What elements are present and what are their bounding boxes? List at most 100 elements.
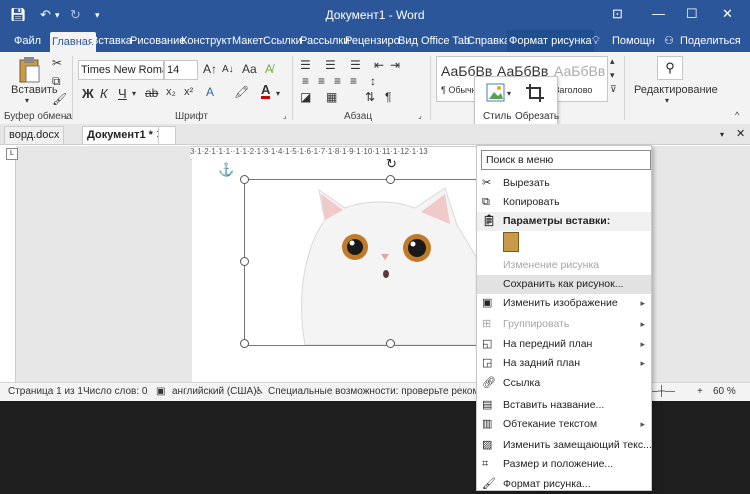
sort-icon[interactable]: ⇅ bbox=[365, 90, 375, 104]
underline-dropdown-icon[interactable]: ▾ bbox=[132, 89, 136, 98]
font-color-dropdown-icon[interactable]: ▾ bbox=[276, 89, 280, 98]
cut-icon[interactable]: ✂ bbox=[52, 56, 62, 70]
numbering-icon[interactable]: ☰ bbox=[325, 58, 336, 72]
font-size-box[interactable]: 14 bbox=[164, 60, 198, 80]
increase-indent-icon[interactable]: ⇥ bbox=[390, 58, 400, 72]
paste-icon[interactable] bbox=[18, 56, 42, 84]
tab-home[interactable]: Главная bbox=[50, 32, 96, 52]
tab-view[interactable]: Вид bbox=[398, 30, 418, 52]
editing-dropdown-icon[interactable]: ▾ bbox=[665, 96, 669, 105]
tell-me-label[interactable]: Помощн bbox=[612, 30, 655, 52]
doc-tab-document1[interactable]: Документ1 * ✕ bbox=[82, 126, 171, 145]
paragraph-launcher-icon[interactable]: ⌟ bbox=[418, 111, 422, 120]
bold-button[interactable]: Ж bbox=[82, 86, 94, 101]
align-center-icon[interactable]: ≡ bbox=[318, 74, 325, 88]
font-launcher-icon[interactable]: ⌟ bbox=[283, 111, 287, 120]
font-name-box[interactable]: Times New Roma bbox=[78, 60, 164, 80]
strikethrough-icon[interactable]: ab bbox=[145, 86, 158, 100]
bullets-icon[interactable]: ☰ bbox=[300, 58, 311, 72]
menu-item[interactable]: ⌗ Размер и положение... bbox=[477, 455, 651, 474]
tab-office-tab[interactable]: Office Tab bbox=[421, 30, 470, 52]
multilevel-list-icon[interactable]: ☰ bbox=[350, 58, 361, 72]
tab-draw[interactable]: Рисование bbox=[130, 30, 185, 52]
change-case-icon[interactable]: Aa bbox=[242, 62, 257, 76]
resize-handle[interactable] bbox=[386, 175, 395, 184]
share-button[interactable]: Поделиться bbox=[680, 30, 741, 52]
decrease-indent-icon[interactable]: ⇤ bbox=[374, 58, 384, 72]
text-effects-icon[interactable]: A bbox=[206, 85, 214, 99]
picture-style-icon[interactable] bbox=[486, 83, 506, 103]
styles-scroll-up-icon[interactable]: ▴ bbox=[610, 56, 615, 67]
subscript-icon[interactable]: x₂ bbox=[166, 86, 176, 98]
menu-item[interactable]: 🔗︎ Ссылка bbox=[477, 374, 651, 393]
close-doc-icon[interactable]: ✕ bbox=[732, 126, 749, 143]
grow-font-icon[interactable]: A↑ bbox=[203, 62, 217, 76]
maximize-button[interactable]: ☐ bbox=[686, 6, 698, 22]
underline-button[interactable]: Ч bbox=[118, 86, 127, 101]
cat-image[interactable] bbox=[245, 180, 478, 345]
style-dropdown-icon[interactable]: ▾ bbox=[507, 89, 511, 98]
menu-item[interactable]: ✂ Вырезать bbox=[477, 174, 651, 193]
crop-icon[interactable] bbox=[525, 83, 545, 103]
paste-dropdown-icon[interactable]: ▾ bbox=[25, 96, 29, 105]
resize-handle[interactable] bbox=[240, 339, 249, 348]
styles-scroll-down-icon[interactable]: ▾ bbox=[610, 70, 615, 81]
align-right-icon[interactable]: ≡ bbox=[334, 74, 341, 88]
menu-search-input[interactable]: Поиск в меню bbox=[481, 150, 651, 170]
resize-handle[interactable] bbox=[386, 339, 395, 348]
resize-handle[interactable] bbox=[240, 175, 249, 184]
show-marks-icon[interactable]: ¶ bbox=[385, 90, 391, 104]
new-tab-button[interactable] bbox=[158, 126, 176, 145]
menu-item[interactable]: Сохранить как рисунок... bbox=[477, 275, 651, 294]
line-spacing-icon[interactable]: ↕ bbox=[370, 74, 376, 88]
style-heading-preview[interactable]: АаБбВв bbox=[554, 63, 605, 79]
tab-design[interactable]: Конструкт bbox=[181, 30, 232, 52]
zoom-level[interactable]: 60 % bbox=[713, 386, 736, 397]
tab-references[interactable]: Ссылки bbox=[263, 30, 302, 52]
search-icon[interactable]: ⚲ bbox=[657, 56, 683, 80]
clear-formatting-icon[interactable]: A̸ bbox=[265, 62, 273, 76]
style-heading-label[interactable]: Заголово bbox=[554, 85, 592, 95]
lightbulb-icon[interactable]: 💡︎ bbox=[592, 30, 600, 52]
paste-option-icon[interactable] bbox=[503, 232, 519, 252]
shading-icon[interactable]: ◪ bbox=[300, 90, 311, 104]
menu-item[interactable]: 🖌︎ Формат рисунка... bbox=[477, 475, 651, 494]
menu-item[interactable]: ▤ Вставить название... bbox=[477, 396, 651, 415]
menu-item[interactable]: ▨ Изменить замещающий текс... bbox=[477, 436, 652, 455]
paste-label[interactable]: Вставить bbox=[11, 84, 58, 96]
shrink-font-icon[interactable]: A↓ bbox=[222, 64, 234, 75]
tab-mailings[interactable]: Рассылки bbox=[300, 30, 349, 52]
close-button[interactable]: ✕ bbox=[722, 6, 733, 22]
accessibility-icon[interactable]: ♿︎ bbox=[255, 386, 264, 397]
zoom-in-icon[interactable]: + bbox=[697, 386, 703, 397]
menu-item[interactable]: ▣ Изменить изображение ▸ bbox=[477, 294, 651, 313]
superscript-icon[interactable]: x² bbox=[184, 86, 193, 98]
editing-label[interactable]: Редактирование bbox=[634, 84, 718, 96]
tab-list-dropdown-icon[interactable]: ▾ bbox=[716, 126, 728, 143]
crop-label[interactable]: Обрезать bbox=[515, 111, 559, 122]
tab-insert[interactable]: Вставка bbox=[91, 30, 132, 52]
doc-tab-vord[interactable]: ворд.docx bbox=[4, 126, 65, 145]
tab-layout[interactable]: Макет bbox=[232, 30, 263, 52]
language[interactable]: английский (США) bbox=[172, 386, 257, 397]
word-count[interactable]: Число слов: 0 bbox=[83, 386, 147, 397]
menu-item[interactable] bbox=[477, 230, 651, 254]
resize-handle[interactable] bbox=[240, 257, 249, 266]
clipboard-launcher-icon[interactable]: ⌟ bbox=[64, 111, 68, 120]
page-count[interactable]: Страница 1 из 1 bbox=[8, 386, 83, 397]
menu-item[interactable]: ▥ Обтекание текстом ▸ bbox=[477, 415, 651, 434]
collapse-ribbon-icon[interactable]: ^ bbox=[735, 110, 739, 120]
font-color-icon[interactable]: A bbox=[261, 83, 271, 99]
menu-item[interactable]: ◱ На передний план ▸ bbox=[477, 335, 651, 354]
styles-more-icon[interactable]: ⊽ bbox=[610, 84, 617, 95]
selected-picture[interactable] bbox=[244, 179, 479, 346]
ribbon-display-icon[interactable]: ⊡ bbox=[612, 6, 623, 22]
style-label[interactable]: Стиль bbox=[483, 111, 511, 122]
proofing-icon[interactable]: ▣ bbox=[156, 386, 165, 397]
align-left-icon[interactable]: ≡ bbox=[302, 74, 309, 88]
italic-button[interactable]: К bbox=[100, 86, 108, 101]
menu-item[interactable]: ⧉ Копировать bbox=[477, 193, 651, 212]
tab-file[interactable]: Файл bbox=[14, 30, 41, 52]
highlight-icon[interactable]: 🖍︎ bbox=[234, 85, 249, 99]
rotate-handle-icon[interactable]: ↻ bbox=[386, 156, 397, 172]
